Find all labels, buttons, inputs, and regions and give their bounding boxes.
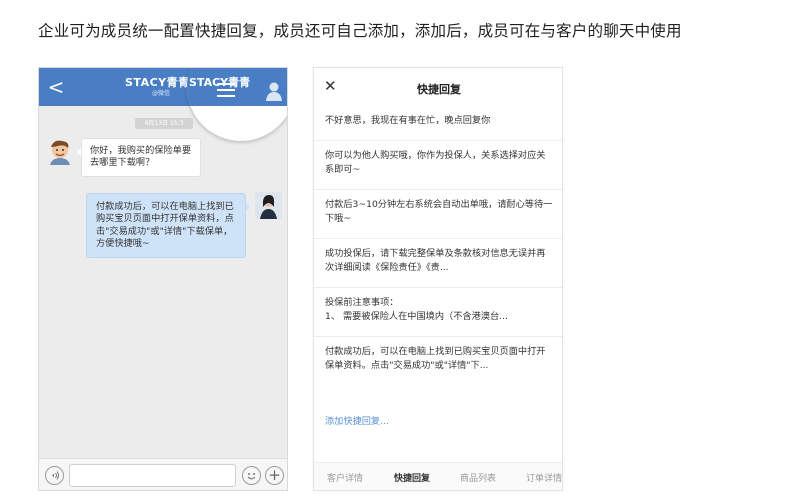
quick-reply-list: 不好意思，我现在有事在忙，晚点回复你 你可以为他人购买哦，你作为投保人，关系选择…: [314, 106, 562, 385]
page-caption: 企业可为成员统一配置快捷回复，成员还可自己添加，添加后，成员可在与客户的聊天中使…: [38, 22, 682, 40]
add-attachment-button[interactable]: +: [265, 466, 284, 485]
tab-quick-reply[interactable]: 快捷回复: [394, 471, 430, 484]
chat-subtitle: @微信: [152, 90, 171, 97]
quick-reply-item[interactable]: 你可以为他人购买哦，你作为投保人，关系选择对应关系即可~: [314, 141, 562, 190]
panel-header: ✕ 快捷回复: [314, 68, 562, 106]
customer-message: 你好，我购买的保险单要去哪里下载啊？: [77, 138, 201, 177]
message-input[interactable]: [69, 464, 236, 487]
tab-order-details[interactable]: 订单详情: [526, 471, 562, 484]
chat-window: < STACY青青 @微信 9月13日 15:3 你好，我购买的保险单要去哪里下…: [38, 67, 288, 491]
back-button[interactable]: <: [45, 74, 67, 100]
emoji-icon[interactable]: [242, 466, 261, 485]
quick-reply-item[interactable]: 成功投保后，请下载完整保单及条款核对信息无误并再次详细阅读《保险责任》《责...: [314, 239, 562, 288]
customer-avatar[interactable]: [46, 138, 73, 165]
quick-reply-item[interactable]: 付款后3~10分钟左右系统会自动出单哦，请耐心等待一下哦~: [314, 190, 562, 239]
add-quick-reply-link[interactable]: 添加快捷回复...: [325, 413, 389, 427]
quick-reply-item[interactable]: 投保前注意事项： 1、 需要被保险人在中国境内（不含港澳台...: [314, 288, 562, 337]
agent-avatar[interactable]: [255, 192, 282, 219]
quick-reply-item[interactable]: 付款成功后，可以在电脑上找到已购买宝贝页面中打开保单资料。点击"交易成功"或"详…: [314, 337, 562, 385]
chat-input-bar: +: [39, 458, 287, 490]
quick-reply-panel: ✕ 快捷回复 不好意思，我现在有事在忙，晚点回复你 你可以为他人购买哦，你作为投…: [313, 67, 563, 491]
agent-message: 付款成功后，可以在电脑上找到已购买宝贝页面中打开保单资料，点击"交易成功"或"详…: [86, 193, 250, 259]
user-icon[interactable]: [265, 81, 283, 101]
panel-title: 快捷回复: [417, 83, 461, 96]
chat-messages: 9月13日 15:3 你好，我购买的保险单要去哪里下载啊？ 付款成功后，可以在电…: [39, 106, 287, 458]
quick-reply-menu-icon[interactable]: [217, 83, 237, 99]
panel-tabs: 客户详情 快捷回复 商品列表 订单详情: [314, 462, 562, 490]
quick-reply-item[interactable]: 不好意思，我现在有事在忙，晚点回复你: [314, 106, 562, 141]
tab-customer-details[interactable]: 客户详情: [327, 471, 363, 484]
voice-icon[interactable]: [45, 466, 64, 485]
message-timestamp: 9月13日 15:3: [135, 118, 193, 129]
tab-product-list[interactable]: 商品列表: [460, 471, 496, 484]
